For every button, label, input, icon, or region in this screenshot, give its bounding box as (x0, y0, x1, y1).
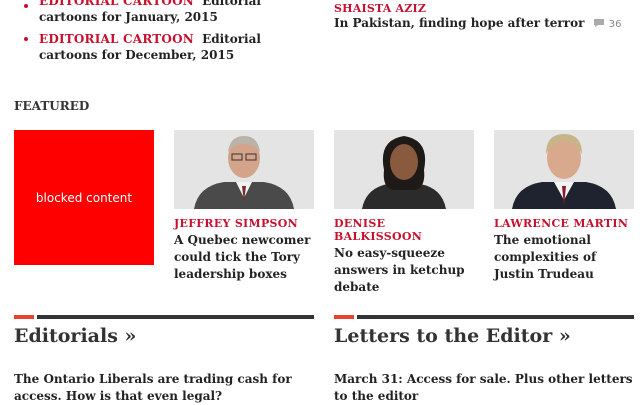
comment-icon[interactable] (593, 17, 605, 31)
right-story[interactable]: SHAISTA AZIZ In Pakistan, finding hope a… (334, 2, 634, 31)
author-photo[interactable] (174, 130, 314, 209)
featured-card[interactable]: JEFFREY SIMPSON A Quebec newcomer could … (174, 130, 314, 283)
story-author[interactable]: SHAISTA AZIZ (334, 2, 634, 15)
bullet-icon (24, 37, 28, 41)
section-divider-accent (334, 315, 354, 319)
section-divider-accent (14, 315, 34, 319)
comment-count[interactable]: 36 (609, 19, 622, 30)
cartoon-item[interactable]: EDITORIAL CARTOON Editorial cartoons for… (39, 31, 294, 63)
blocked-content: blocked content (14, 130, 154, 265)
card-author[interactable]: LAWRENCE MARTIN (494, 217, 634, 230)
cartoon-kicker[interactable]: EDITORIAL CARTOON (39, 0, 194, 8)
card-headline[interactable]: The emotional complexities of Justin Tru… (494, 232, 634, 283)
bullet-icon (24, 4, 28, 8)
card-headline[interactable]: A Quebec newcomer could tick the Tory le… (174, 232, 314, 283)
cartoon-kicker[interactable]: EDITORIAL CARTOON (39, 32, 194, 46)
author-photo[interactable] (334, 130, 474, 209)
card-author[interactable]: DENISE BALKISSOON (334, 217, 474, 243)
card-headline[interactable]: No easy-squeeze answers in ketchup debat… (334, 245, 474, 296)
featured-heading: FEATURED (14, 99, 90, 113)
section-divider (37, 315, 314, 319)
story-headline[interactable]: In Pakistan, finding hope after terror (334, 16, 584, 30)
cartoon-item[interactable]: EDITORIAL CARTOON Editorial cartoons for… (39, 0, 294, 25)
author-photo[interactable] (494, 130, 634, 209)
letters-title[interactable]: Letters to the Editor » (334, 325, 571, 347)
section-divider (357, 315, 634, 319)
featured-card[interactable]: LAWRENCE MARTIN The emotional complexiti… (494, 130, 634, 283)
editorials-title[interactable]: Editorials » (14, 325, 136, 347)
card-author[interactable]: JEFFREY SIMPSON (174, 217, 314, 230)
featured-card[interactable]: DENISE BALKISSOON No easy-squeeze answer… (334, 130, 474, 296)
